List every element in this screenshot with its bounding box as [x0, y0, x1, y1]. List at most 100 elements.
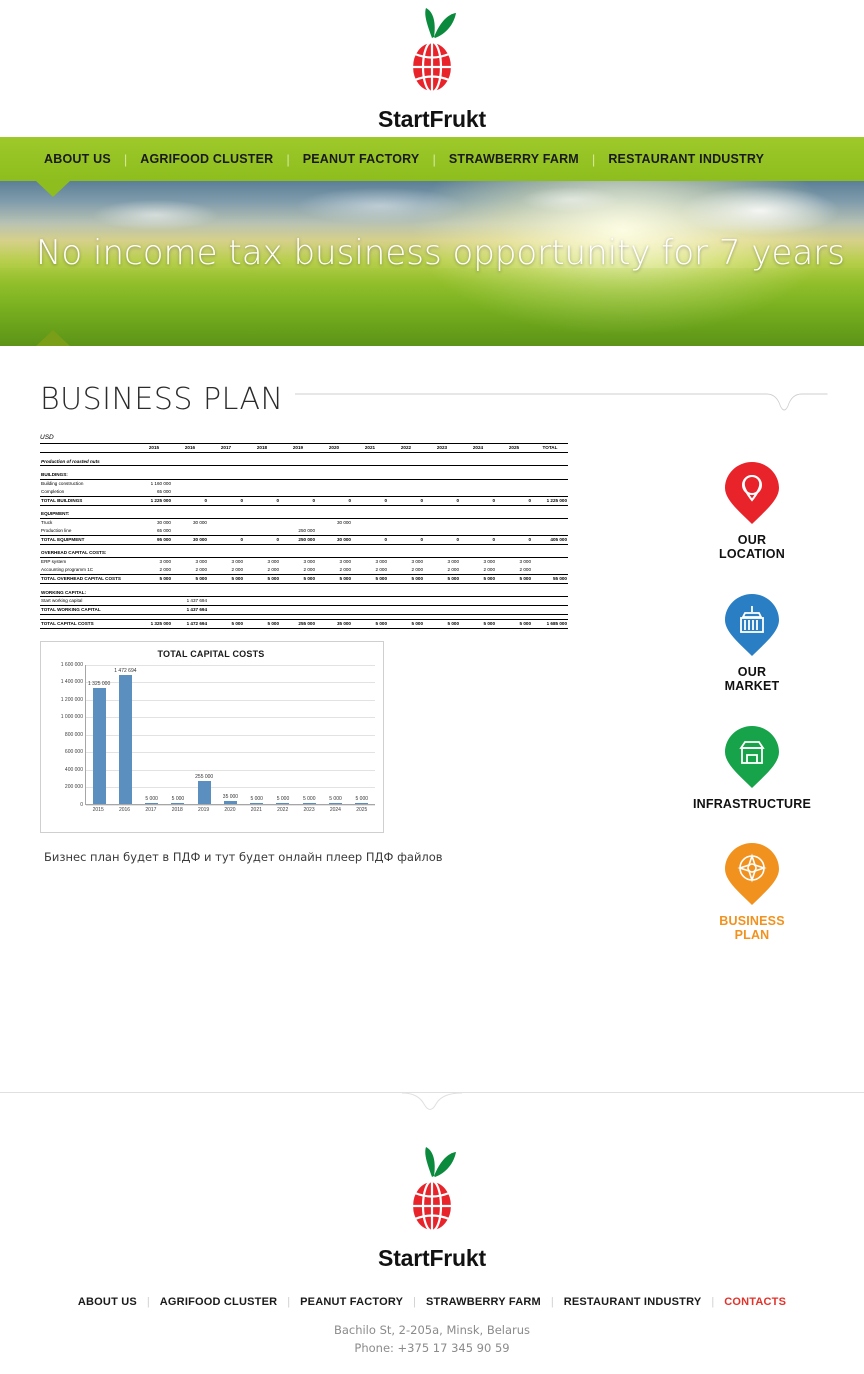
nav-item-agrifood-cluster[interactable]: AGRIFOOD CLUSTER [140, 152, 273, 166]
chart-x-tick-label: 2025 [356, 806, 368, 813]
table-cell [244, 470, 280, 480]
table-cell [424, 605, 460, 616]
sidebar-pin-our-location[interactable]: OUR LOCATION [640, 460, 864, 562]
chart-bar-slot: 35 000 [217, 665, 243, 804]
table-cell: 5 000 [388, 619, 424, 630]
table-cell [280, 479, 316, 487]
table-cell [244, 488, 280, 496]
table-cell [496, 518, 532, 526]
table-cell: 3 000 [159, 559, 172, 565]
table-row: BUILDINGS: [40, 470, 568, 480]
footer-nav-item-peanut-factory[interactable]: PEANUT FACTORY [300, 1296, 403, 1308]
chart-gridline [86, 804, 375, 806]
table-cell [388, 479, 424, 487]
table-cell [280, 597, 316, 606]
table-cell [316, 470, 352, 480]
chart-bar-slot: 1 325 000 [86, 665, 112, 804]
row-label: WORKING CAPITAL: [40, 588, 136, 598]
table-cell-total [532, 527, 568, 535]
row-label: BUILDINGS: [40, 470, 136, 480]
table-cell [352, 605, 388, 616]
footer-nav-separator: | [287, 1296, 291, 1308]
chart-bar-value-label: 5 000 [171, 795, 185, 802]
table-cell: 3 000 [303, 559, 316, 565]
table-cell [460, 510, 496, 519]
table-cell [424, 597, 460, 606]
pdf-note: Бизнес план будет в ПДФ и тут будет онла… [44, 849, 443, 864]
table-cell: 250 000 [298, 527, 315, 533]
chart-bar [355, 802, 369, 804]
table-cell [172, 549, 208, 559]
table-cell-total: 1 685 000 [532, 619, 568, 630]
table-cell [496, 588, 532, 598]
chart-bar-value-label: 1 472 694 [114, 667, 137, 674]
table-cell: 5 000 [244, 619, 280, 630]
table-row: OVERHEAD CAPITAL COSTS: [40, 549, 568, 559]
table-cell [172, 588, 208, 598]
table-row: Production of roasted nuts [40, 457, 568, 467]
footer-nav-item-contacts[interactable]: CONTACTS [724, 1296, 786, 1308]
site-header: StartFrukt [0, 0, 864, 137]
chart-bar [302, 802, 316, 804]
table-cell: 2 000 [303, 567, 316, 573]
sidebar-pin-business-plan[interactable]: BUSINESS PLAN [640, 841, 864, 943]
table-cell [244, 479, 280, 487]
table-cell: 1 472 694 [172, 619, 208, 630]
chart-bar [329, 802, 343, 804]
sidebar-pin-our-market[interactable]: OUR MARKET [640, 592, 864, 694]
table-row: Production line 65 000 250 000 [40, 527, 568, 535]
table-cell: 0 [208, 495, 244, 506]
nav-item-strawberry-farm[interactable]: STRAWBERRY FARM [449, 152, 579, 166]
footer-nav-item-restaurant-industry[interactable]: RESTAURANT INDUSTRY [564, 1296, 702, 1308]
table-cell [424, 510, 460, 519]
table-cell: 5 000 [208, 619, 244, 630]
hero-field [0, 268, 864, 346]
column-header-year: 2025 [496, 443, 532, 453]
table-cell [316, 488, 352, 496]
nav-item-about-us[interactable]: ABOUT US [44, 152, 111, 166]
sidebar-pin-label: INFRASTRUCTURE [692, 796, 812, 811]
table-cell [388, 527, 424, 535]
row-label: Accounting programm 1C [41, 567, 94, 573]
table-cell [496, 470, 532, 480]
table-cell: 0 [460, 495, 496, 506]
table-cell: 2 000 [375, 567, 388, 573]
table-cell [424, 549, 460, 559]
nav-item-peanut-factory[interactable]: PEANUT FACTORY [303, 152, 420, 166]
table-row: EQUIPMENT: [40, 510, 568, 519]
nav-separator: | [591, 151, 596, 167]
table-cell [244, 518, 280, 526]
footer-nav-item-agrifood-cluster[interactable]: AGRIFOOD CLUSTER [160, 1296, 277, 1308]
table-cell [136, 605, 172, 616]
table-cell: 30 000 [316, 534, 352, 545]
table-cell [352, 588, 388, 598]
table-cell [136, 510, 172, 519]
table-cell [424, 470, 460, 480]
nav-item-restaurant-industry[interactable]: RESTAURANT INDUSTRY [608, 152, 764, 166]
table-cell: 0 [244, 534, 280, 545]
table-cell: 5 000 [172, 573, 208, 584]
hero-banner: No income tax business opportunity for 7… [0, 181, 864, 346]
header-blank [40, 443, 136, 453]
table-cell [316, 597, 352, 606]
nav-separator: | [123, 151, 128, 167]
footer-logo[interactable]: StartFrukt [0, 1143, 864, 1272]
table-cell: 30 000 [336, 520, 351, 526]
table-cell [208, 518, 244, 526]
footer-nav-item-strawberry-farm[interactable]: STRAWBERRY FARM [426, 1296, 541, 1308]
footer-nav-item-about-us[interactable]: ABOUT US [78, 1296, 137, 1308]
header-logo[interactable]: StartFrukt [378, 4, 486, 133]
table-cell [136, 470, 172, 480]
table-cell [496, 510, 532, 519]
chart-title: TOTAL CAPITAL COSTS [157, 648, 265, 659]
sidebar-pin-infrastructure[interactable]: INFRASTRUCTURE [640, 724, 864, 811]
table-cell: 0 [280, 495, 316, 506]
table-cell: 2 000 [267, 567, 280, 573]
table-cell [388, 549, 424, 559]
table-cell: 2 000 [231, 567, 244, 573]
footer-nav-separator: | [550, 1296, 554, 1308]
row-label: Production of roasted nuts [40, 457, 136, 467]
table-cell: 30 000 [172, 534, 208, 545]
table-cell: 5 000 [496, 573, 532, 584]
column-header-year: 2021 [352, 443, 388, 453]
